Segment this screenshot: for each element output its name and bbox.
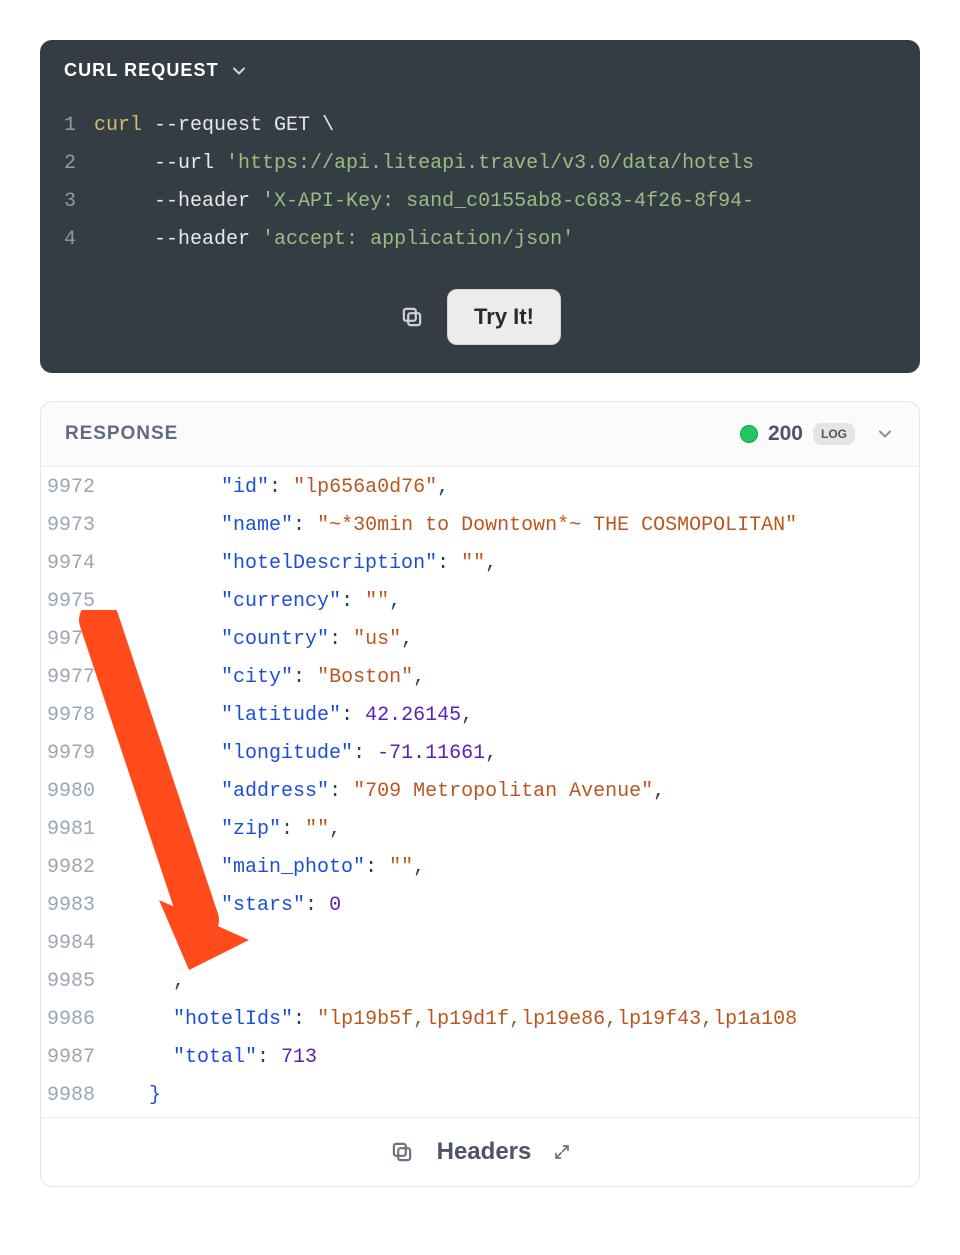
response-header: RESPONSE 200 LOG xyxy=(41,402,919,466)
code-line: 2 --url 'https://api.liteapi.travel/v3.0… xyxy=(40,145,920,183)
code-line: 9987 "total": 713 xyxy=(41,1039,919,1077)
code-content: "currency": "", xyxy=(113,583,919,621)
line-number: 4 xyxy=(40,221,94,259)
code-content: "address": "709 Metropolitan Avenue", xyxy=(113,773,919,811)
code-line: 4 --header 'accept: application/json' xyxy=(40,221,920,259)
line-number: 9978 xyxy=(41,697,113,735)
code-content: "main_photo": "", xyxy=(113,849,919,887)
code-line: 9973 "name": "~*30min to Downtown*~ THE … xyxy=(41,507,919,545)
line-number: 9972 xyxy=(41,469,113,507)
code-line: 9982 "main_photo": "", xyxy=(41,849,919,887)
curl-request-panel: CURL REQUEST 1curl --request GET \2 --ur… xyxy=(40,40,920,373)
line-number: 9975 xyxy=(41,583,113,621)
code-line: 3 --header 'X-API-Key: sand_c0155ab8-c68… xyxy=(40,183,920,221)
line-number: 9988 xyxy=(41,1077,113,1115)
status-dropdown[interactable]: 200 LOG xyxy=(740,422,895,446)
line-number: 3 xyxy=(40,183,94,221)
log-badge: LOG xyxy=(813,423,855,445)
response-header-label: RESPONSE xyxy=(65,423,178,445)
line-number: 2 xyxy=(40,145,94,183)
line-number: 9981 xyxy=(41,811,113,849)
code-content: --header 'accept: application/json' xyxy=(94,221,920,259)
line-number: 9979 xyxy=(41,735,113,773)
code-content: "id": "lp656a0d76", xyxy=(113,469,919,507)
code-line: 9980 "address": "709 Metropolitan Avenue… xyxy=(41,773,919,811)
code-content: "name": "~*30min to Downtown*~ THE COSMO… xyxy=(113,507,919,545)
line-number: 9985 xyxy=(41,963,113,1001)
line-number: 9986 xyxy=(41,1001,113,1039)
line-number: 9980 xyxy=(41,773,113,811)
code-line: 9988 } xyxy=(41,1077,919,1115)
request-action-bar: Try It! xyxy=(40,275,920,373)
code-content: "hotelDescription": "", xyxy=(113,545,919,583)
response-panel: RESPONSE 200 LOG 9972 "id": "lp656a0d76"… xyxy=(40,401,920,1187)
code-line: 9975 "currency": "", xyxy=(41,583,919,621)
code-line: 9986 "hotelIds": "lp19b5f,lp19d1f,lp19e8… xyxy=(41,1001,919,1039)
expand-icon[interactable] xyxy=(553,1143,571,1161)
chevron-down-icon xyxy=(875,424,895,444)
code-content: "total": 713 xyxy=(113,1039,919,1077)
code-content: } xyxy=(113,1077,919,1115)
request-header[interactable]: CURL REQUEST xyxy=(40,40,920,101)
code-content: "city": "Boston", xyxy=(113,659,919,697)
line-number: 9977 xyxy=(41,659,113,697)
line-number: 9983 xyxy=(41,887,113,925)
code-content: "hotelIds": "lp19b5f,lp19d1f,lp19e86,lp1… xyxy=(113,1001,919,1039)
code-line: 9984 } xyxy=(41,925,919,963)
copy-icon[interactable] xyxy=(389,1139,415,1165)
line-number: 9982 xyxy=(41,849,113,887)
code-content: curl --request GET \ xyxy=(94,107,920,145)
code-content: --url 'https://api.liteapi.travel/v3.0/d… xyxy=(94,145,920,183)
code-content: "longitude": -71.11661, xyxy=(113,735,919,773)
line-number: 9973 xyxy=(41,507,113,545)
headers-button-label[interactable]: Headers xyxy=(437,1138,532,1166)
code-content: , xyxy=(113,963,919,1001)
copy-icon[interactable] xyxy=(399,304,425,330)
code-line: 9974 "hotelDescription": "", xyxy=(41,545,919,583)
code-line: 9976 "country": "us", xyxy=(41,621,919,659)
line-number: 9974 xyxy=(41,545,113,583)
line-number: 9976 xyxy=(41,621,113,659)
response-json-block: 9972 "id": "lp656a0d76",9973 "name": "~*… xyxy=(41,466,919,1117)
line-number: 9987 xyxy=(41,1039,113,1077)
code-content: "latitude": 42.26145, xyxy=(113,697,919,735)
code-line: 9978 "latitude": 42.26145, xyxy=(41,697,919,735)
status-indicator-icon xyxy=(740,425,758,443)
code-line: 1curl --request GET \ xyxy=(40,107,920,145)
code-line: 9983 "stars": 0 xyxy=(41,887,919,925)
code-line: 9979 "longitude": -71.11661, xyxy=(41,735,919,773)
line-number: 1 xyxy=(40,107,94,145)
response-footer: Headers xyxy=(41,1117,919,1186)
chevron-down-icon xyxy=(229,61,249,81)
code-content: "zip": "", xyxy=(113,811,919,849)
code-line: 9977 "city": "Boston", xyxy=(41,659,919,697)
request-header-label: CURL REQUEST xyxy=(64,60,219,81)
code-content: "country": "us", xyxy=(113,621,919,659)
try-it-button[interactable]: Try It! xyxy=(447,289,561,345)
code-content: } xyxy=(113,925,919,963)
curl-code-block: 1curl --request GET \2 --url 'https://ap… xyxy=(40,101,920,275)
status-code: 200 xyxy=(768,422,803,446)
line-number: 9984 xyxy=(41,925,113,963)
code-line: 9972 "id": "lp656a0d76", xyxy=(41,469,919,507)
code-content: "stars": 0 xyxy=(113,887,919,925)
code-line: 9981 "zip": "", xyxy=(41,811,919,849)
code-content: --header 'X-API-Key: sand_c0155ab8-c683-… xyxy=(94,183,920,221)
code-line: 9985 , xyxy=(41,963,919,1001)
